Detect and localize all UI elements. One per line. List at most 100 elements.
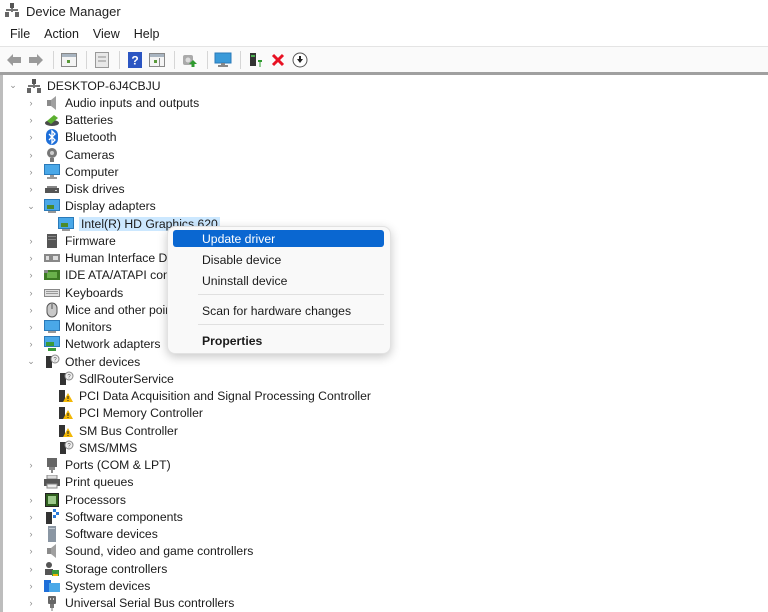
- tree-item-label: SM Bus Controller: [79, 423, 178, 438]
- tree-item-label: Human Interface Dev: [65, 251, 181, 266]
- tree-item-disk-drives[interactable]: › Disk drives: [8, 181, 371, 198]
- unknown-device-icon: ?: [58, 371, 74, 386]
- tree-item-software-components[interactable]: › Software components: [8, 508, 371, 525]
- disk-drive-icon: [44, 182, 60, 197]
- tree-item-sm-bus-controller[interactable]: SM Bus Controller: [8, 422, 371, 439]
- tree-item-ports[interactable]: › Ports (COM & LPT): [8, 457, 371, 474]
- chevron-down-icon[interactable]: ⌄: [26, 356, 36, 367]
- chevron-down-icon[interactable]: ⌄: [8, 80, 18, 91]
- tree-item-audio[interactable]: › Audio inputs and outputs: [8, 94, 371, 111]
- red-x-icon: [271, 53, 285, 66]
- tree-item-pci-memory-controller[interactable]: PCI Memory Controller: [8, 405, 371, 422]
- chevron-right-icon[interactable]: ›: [26, 529, 36, 539]
- chevron-right-icon[interactable]: ›: [26, 184, 36, 194]
- chevron-right-icon[interactable]: ›: [26, 150, 36, 160]
- tree-item-batteries[interactable]: › Batteries: [8, 112, 371, 129]
- tree-item-display-adapters[interactable]: ⌄ Display adapters: [8, 198, 371, 215]
- tree-item-cameras[interactable]: › Cameras: [8, 146, 371, 163]
- context-menu-update-driver[interactable]: Update driver: [173, 230, 384, 247]
- chevron-right-icon[interactable]: ›: [26, 339, 36, 349]
- mouse-icon: [44, 302, 60, 318]
- chevron-down-icon[interactable]: ⌄: [26, 201, 36, 212]
- back-button[interactable]: [4, 50, 24, 70]
- tree-item-storage-controllers[interactable]: › Storage controllers: [8, 560, 371, 577]
- context-menu-uninstall-device[interactable]: Uninstall device: [173, 272, 384, 289]
- tree-item-software-devices[interactable]: › Software devices: [8, 526, 371, 543]
- tree-item-label: Sound, video and game controllers: [65, 544, 254, 559]
- menu-view[interactable]: View: [87, 27, 126, 41]
- computer-network-icon: [26, 78, 42, 93]
- display-adapter-icon: [44, 199, 60, 214]
- tree-item-system-devices[interactable]: › System devices: [8, 577, 371, 594]
- tree-item-processors[interactable]: › Processors: [8, 491, 371, 508]
- chevron-right-icon[interactable]: ›: [26, 564, 36, 574]
- chevron-right-icon[interactable]: ›: [26, 460, 36, 470]
- forward-arrow-icon: [29, 53, 43, 66]
- context-menu-scan-hardware[interactable]: Scan for hardware changes: [173, 302, 384, 319]
- tree-item-pci-data-acquisition[interactable]: PCI Data Acquisition and Signal Processi…: [8, 388, 371, 405]
- chevron-right-icon[interactable]: ›: [26, 512, 36, 522]
- tree-root[interactable]: ⌄ DESKTOP-6J4CBJU: [8, 77, 371, 94]
- tree-item-sdlrouterservice[interactable]: ? SdlRouterService: [8, 370, 371, 387]
- menu-bar: File Action View Help: [0, 22, 768, 47]
- tree-item-label: PCI Memory Controller: [79, 406, 203, 421]
- other-devices-icon: ?: [44, 354, 60, 369]
- properties-button[interactable]: [92, 50, 112, 70]
- context-menu-properties[interactable]: Properties: [173, 332, 384, 349]
- chevron-right-icon[interactable]: ›: [26, 98, 36, 108]
- back-arrow-icon: [7, 53, 21, 66]
- tree-item-other-devices[interactable]: ⌄ ? Other devices: [8, 353, 371, 370]
- context-menu-disable-device[interactable]: Disable device: [173, 251, 384, 268]
- chevron-right-icon[interactable]: ›: [26, 167, 36, 177]
- chevron-right-icon[interactable]: ›: [26, 132, 36, 142]
- context-menu-separator: [198, 294, 384, 295]
- tree-item-label: SdlRouterService: [79, 371, 174, 386]
- tree-item-label: Software components: [65, 509, 183, 524]
- chevron-right-icon[interactable]: ›: [26, 305, 36, 315]
- tree-item-bluetooth[interactable]: › Bluetooth: [8, 129, 371, 146]
- svg-text:?: ?: [131, 53, 138, 67]
- show-action-pane-button[interactable]: [147, 50, 167, 70]
- properties-sheet-icon: [95, 51, 109, 68]
- hid-icon: [44, 251, 60, 266]
- chevron-right-icon[interactable]: ›: [26, 270, 36, 280]
- menu-action[interactable]: Action: [38, 27, 85, 41]
- update-driver-button[interactable]: [180, 50, 200, 70]
- toolbar-separator: [174, 50, 175, 69]
- camera-icon: [44, 147, 60, 162]
- keyboard-icon: [44, 285, 60, 300]
- add-legacy-hardware-button[interactable]: [246, 50, 266, 70]
- forward-button[interactable]: [26, 50, 46, 70]
- tree-item-usb-controllers[interactable]: › Universal Serial Bus controllers: [8, 595, 371, 612]
- tree-item-sound-video-game[interactable]: › Sound, video and game controllers: [8, 543, 371, 560]
- chevron-right-icon[interactable]: ›: [26, 322, 36, 332]
- help-icon: ?: [128, 51, 142, 68]
- tree-item-computer[interactable]: › Computer: [8, 163, 371, 180]
- uninstall-device-button[interactable]: [268, 50, 288, 70]
- chevron-right-icon[interactable]: ›: [26, 288, 36, 298]
- toolbar-separator: [119, 50, 120, 69]
- show-hide-console-tree-button[interactable]: [59, 50, 79, 70]
- chevron-right-icon[interactable]: ›: [26, 598, 36, 608]
- chevron-right-icon[interactable]: ›: [26, 581, 36, 591]
- tree-item-label: Universal Serial Bus controllers: [65, 596, 235, 611]
- chevron-right-icon[interactable]: ›: [26, 115, 36, 125]
- chevron-right-icon[interactable]: ›: [26, 236, 36, 246]
- bluetooth-icon: [44, 129, 60, 146]
- tree-item-print-queues[interactable]: Print queues: [8, 474, 371, 491]
- context-menu-separator: [198, 324, 384, 325]
- display-adapter-icon: [58, 216, 74, 231]
- scan-hardware-button[interactable]: [213, 50, 233, 70]
- chevron-right-icon[interactable]: ›: [26, 495, 36, 505]
- menu-help[interactable]: Help: [128, 27, 166, 41]
- toolbar: ?: [0, 47, 768, 73]
- menu-file[interactable]: File: [4, 27, 36, 41]
- warning-device-icon: [58, 389, 74, 404]
- battery-icon: [44, 113, 60, 128]
- chevron-right-icon[interactable]: ›: [26, 253, 36, 263]
- chevron-right-icon[interactable]: ›: [26, 546, 36, 556]
- help-button[interactable]: ?: [125, 50, 145, 70]
- monitor-icon: [44, 320, 60, 335]
- tree-item-sms-mms[interactable]: ? SMS/MMS: [8, 439, 371, 456]
- disable-device-button[interactable]: [290, 50, 310, 70]
